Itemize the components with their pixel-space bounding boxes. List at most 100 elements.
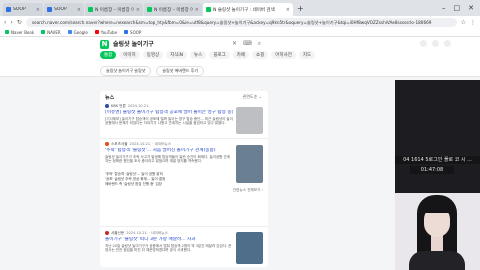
tab-favicon-icon [88, 7, 93, 12]
bookmark-item[interactable]: YouTube [94, 30, 117, 35]
bookmark-favicon-icon [124, 30, 129, 34]
press-logo-icon [105, 104, 109, 108]
bookmark-label: NAVER [47, 29, 61, 35]
tab-label: N 이름장 – 이름장 이… [95, 7, 134, 13]
tab-label: N 이름장 – 이름장 이… [154, 7, 193, 13]
bookmarks-bar: Naver Book NAVER Google YouTube SOOP [0, 28, 480, 37]
bookmark-favicon-icon [94, 30, 99, 34]
search-tab[interactable]: 쇼핑 [252, 51, 269, 59]
divider [100, 138, 268, 139]
url-input[interactable]: search.naver.com/search.naver?where=nexe… [25, 17, 457, 27]
news-item: KBS 언론 2024.10.21. [이슈앤] 슬링샷 놀이기구 탑승객 공포… [105, 103, 263, 140]
news-headline[interactable]: 놀이기구 '슬링샷' 떠다 3분 가량 매달려... 사과 [105, 237, 233, 243]
tab-favicon-icon [6, 7, 11, 12]
press-name[interactable]: 서울신문 [111, 231, 124, 236]
menu-icon[interactable]: ⋮ [470, 19, 476, 26]
bookmark-item[interactable]: Google [67, 29, 88, 35]
forward-icon[interactable]: › [10, 19, 12, 26]
related-search-chip[interactable]: 슬링샷 에버랜드 후기 [156, 66, 205, 76]
browser-tab[interactable]: SOOP × [3, 3, 43, 16]
news-summary: 슬링샷 놀이기구가 추락 사고가 발생해 탑승객들이 놀란 순간이 화제다. 놀… [105, 154, 230, 164]
clear-icon[interactable]: ✕ [232, 40, 237, 48]
stream-timer: 01:47:08 [410, 166, 454, 174]
star-icon[interactable]: ☆ [461, 19, 466, 26]
close-tab-icon[interactable]: × [136, 7, 140, 13]
browser-tab[interactable]: N 이름장 – 이름장 이…× [85, 3, 143, 16]
related-search-chip[interactable]: 슬링샷 놀이기구 슬링샷 [100, 66, 152, 76]
news-thumbnail[interactable] [236, 145, 263, 183]
press-logo-icon [105, 142, 109, 146]
bookmark-label: Naver Book [11, 29, 35, 35]
search-tab[interactable]: 이미지 [119, 51, 140, 59]
search-tab[interactable]: 카페 [232, 51, 250, 59]
news-date: 2024.10.21. · 네이버뉴스 [126, 230, 168, 235]
news-thumbnail[interactable] [236, 107, 263, 134]
maximize-icon[interactable]: □ [454, 4, 461, 12]
webcam-shirt-shape [409, 251, 465, 270]
bookmark-label: SOOP [130, 29, 142, 35]
news-date: 2024.10.21. [127, 104, 150, 108]
webcam-bangs-shape [422, 201, 452, 213]
tab-label: N 슬링샷 놀이기구 : 네이버 검색 [213, 7, 275, 13]
browser-tab[interactable]: N 슬링샷 놀이기구 : 네이버 검색 × [203, 3, 293, 16]
news-section: 뉴스 관련도순 ⌄ KBS 언론 2024.10.21. [이슈앤] 슬링샷 놀… [100, 91, 268, 267]
search-header: N 슬링샷 놀이기구 ✕ ⌨ ⌕ 통합 이미지 동영상 지식iN 뉴스 블로그 카페 쇼핑 어학… [0, 37, 480, 77]
news-thumbnail[interactable] [236, 232, 263, 264]
bookmark-item[interactable]: Naver Book [5, 30, 34, 35]
search-input[interactable]: 슬링샷 놀이기구 [113, 40, 154, 49]
close-tab-icon[interactable]: × [195, 7, 199, 13]
browser-tab[interactable]: N 이름장 – 이름장 이…× [144, 3, 202, 16]
avatar[interactable] [444, 40, 451, 47]
new-tab-button[interactable]: + [294, 4, 307, 13]
tab-favicon-icon [147, 7, 152, 12]
reload-icon[interactable]: ↻ [17, 19, 22, 26]
news-sort-button[interactable]: 관련도순 ⌄ [243, 94, 262, 100]
news-summary: 지난 20일 슬링샷 놀이기구가 공중에서 멈춰 탑승객 2명이 약 3분간 매… [105, 243, 232, 253]
search-tab[interactable]: 뉴스 [190, 51, 207, 59]
close-window-icon[interactable]: ✕ [468, 4, 474, 12]
address-bar: ‹ › ↻ search.naver.com/search.naver?wher… [0, 16, 480, 28]
tab-label: SOOP [13, 7, 26, 12]
bookmark-favicon-icon [41, 30, 46, 34]
header-user-area [420, 40, 451, 47]
tab-favicon-icon [206, 7, 211, 12]
divider [100, 226, 268, 227]
press-name[interactable]: 스포츠서울 [111, 142, 128, 147]
news-summary: [기사제보] 놀이기구 탑승객이 공포에 떨며 놀이는 영구 탑승 중단... … [105, 116, 233, 126]
bookmark-favicon-icon [67, 30, 72, 34]
related-news-more-link[interactable]: 관련뉴스 전체보기 › [105, 188, 263, 193]
naver-logo[interactable]: N [100, 40, 109, 49]
news-headline[interactable]: [이슈앤] 슬링샷 놀이기구 탑승객 공포에 떨어 놀이는 영구 탑승 중단 [105, 110, 233, 116]
browser-tab[interactable]: SOOP × [44, 3, 84, 16]
news-item: 스포츠서울 2024.10.21. · 네이버뉴스 '추락' 탑승객 '슬링샷'… [105, 141, 263, 193]
press-name[interactable]: KBS 언론 [111, 104, 126, 109]
bookmark-item[interactable]: SOOP [124, 30, 141, 35]
search-tab[interactable]: 동영상 [142, 51, 164, 59]
window-controls: – □ ✕ [442, 4, 480, 12]
bookmark-label: Google [73, 29, 88, 35]
close-tab-icon[interactable]: × [77, 7, 81, 13]
settings-icon[interactable] [420, 40, 427, 47]
apps-icon[interactable] [432, 40, 439, 47]
news-title: 뉴스 [105, 95, 115, 101]
close-tab-icon[interactable]: × [36, 7, 40, 13]
close-tab-icon[interactable]: × [286, 7, 290, 13]
search-tab[interactable]: 지도 [298, 51, 316, 59]
minimize-icon[interactable]: – [442, 4, 446, 12]
related-chips: 슬링샷 놀이기구 슬링샷 슬링샷 에버랜드 후기 [100, 66, 205, 76]
related-news-link[interactable]: 에버랜드 측 '슬링샷 점검 진행 중' 입장 [105, 182, 233, 187]
back-icon[interactable]: ‹ [4, 19, 6, 26]
tab-label: SOOP [54, 7, 67, 12]
webcam-feed [395, 193, 480, 270]
search-tab[interactable]: 지식iN [166, 51, 188, 59]
search-tab[interactable]: 블로그 [209, 51, 230, 59]
bookmark-item[interactable]: NAVER [41, 30, 61, 35]
search-tab[interactable]: 어학사전 [271, 51, 296, 59]
news-headline[interactable]: '추락' 탑승객 '슬링샷'... 처음 떨어진 놀이기구 관계(종합) [105, 148, 233, 154]
press-logo-icon [105, 231, 109, 235]
related-news-list: '추락' 탑승객 '슬링샷'... 놀이 공원 밝혀 '공포' 슬링샷 추락 영… [105, 172, 233, 187]
keyboard-icon[interactable]: ⌨ [243, 40, 252, 48]
search-icon[interactable]: ⌕ [258, 40, 261, 48]
search-tab[interactable]: 통합 [100, 51, 117, 59]
bookmark-favicon-icon [5, 30, 9, 34]
